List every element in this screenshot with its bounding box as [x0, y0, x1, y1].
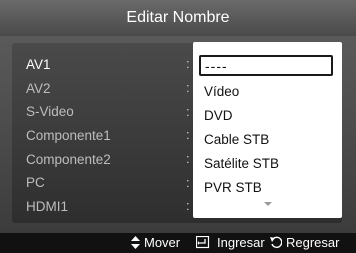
separator: :: [186, 56, 190, 71]
separator: :: [186, 198, 190, 213]
separator: :: [186, 151, 190, 166]
dropdown-option-cable-stb[interactable]: Cable STB: [204, 132, 269, 147]
input-item-av2[interactable]: AV2: [26, 77, 111, 101]
input-item-componente1[interactable]: Componente1: [26, 124, 111, 148]
selected-value-text: ----: [205, 58, 228, 74]
input-item-componente2[interactable]: Componente2: [26, 148, 111, 172]
scroll-down-icon[interactable]: [264, 202, 272, 206]
input-label: HDMI1: [26, 199, 69, 215]
footer-hints: Mover Ingresar Regresar: [0, 233, 356, 253]
input-label: Componente1: [26, 128, 111, 144]
page-title: Editar Nombre: [126, 9, 230, 26]
separator: :: [186, 104, 190, 119]
input-label: AV1: [26, 57, 51, 72]
dropdown-option-satelite-stb[interactable]: Satélite STB: [204, 156, 279, 171]
dropdown-selected-value[interactable]: ----: [199, 55, 333, 76]
move-label: Mover: [144, 235, 181, 250]
enter-label: Ingresar: [217, 235, 265, 250]
dropdown-option-pvr-stb[interactable]: PVR STB: [204, 180, 262, 195]
input-label: PC: [26, 175, 45, 191]
separator: :: [186, 80, 190, 95]
dropdown-option-video[interactable]: Vídeo: [204, 84, 239, 99]
input-item-s-video[interactable]: S-Video: [26, 100, 111, 124]
enter-icon: [196, 236, 210, 249]
dropdown-option-dvd[interactable]: DVD: [204, 108, 233, 123]
separator: :: [186, 127, 190, 142]
input-label: S-Video: [26, 104, 74, 120]
input-item-pc[interactable]: PC: [26, 171, 111, 195]
input-item-av1[interactable]: AV1: [26, 53, 111, 77]
name-dropdown: ---- Vídeo DVD Cable STB Satélite STB PV…: [193, 42, 342, 218]
separator: :: [186, 175, 190, 190]
input-item-hdmi1[interactable]: HDMI1: [26, 195, 111, 219]
title-bar: Editar Nombre: [0, 0, 356, 36]
input-label: Componente2: [26, 151, 111, 167]
return-icon: [270, 236, 282, 249]
input-label: AV2: [26, 80, 51, 96]
return-label: Regresar: [286, 235, 340, 250]
up-down-arrows-icon: [131, 236, 140, 249]
input-list: AV1 AV2 S-Video Componente1 Componente2 …: [26, 53, 111, 219]
